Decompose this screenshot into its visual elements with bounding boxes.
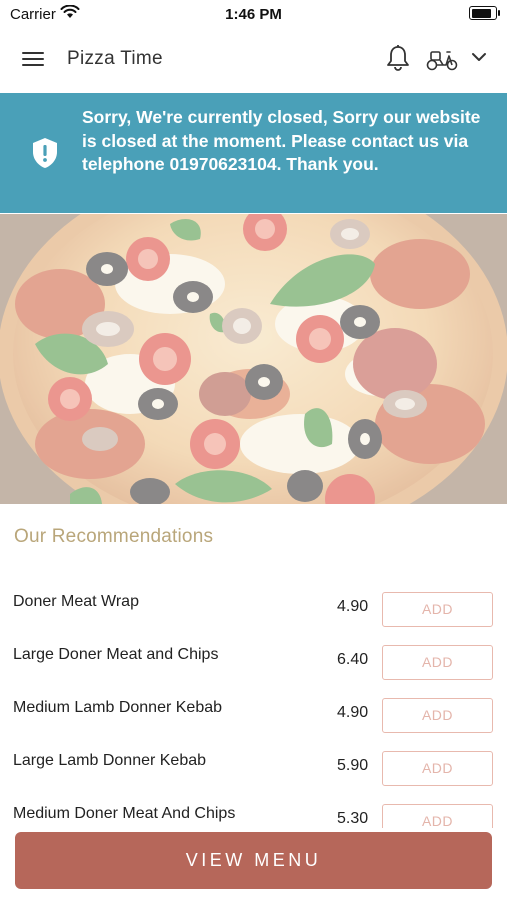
closed-banner: Sorry, We're currently closed, Sorry our… (0, 93, 507, 213)
item-name: Doner Meat Wrap (13, 593, 139, 610)
add-button[interactable]: ADD (382, 592, 493, 627)
add-button[interactable]: ADD (382, 645, 493, 680)
add-button[interactable]: ADD (382, 698, 493, 733)
page-title: Pizza Time (67, 48, 163, 69)
item-price: 4.90 (337, 704, 369, 721)
add-button[interactable]: ADD (382, 804, 493, 828)
list-item: Large Lamb Donner Kebab 5.90 ADD (0, 737, 507, 790)
shield-alert-icon (30, 136, 60, 175)
item-name: Medium Doner Meat And Chips (13, 805, 236, 822)
recommendations-list: Doner Meat Wrap 4.90 ADD Large Doner Mea… (0, 578, 507, 828)
item-name: Medium Lamb Donner Kebab (13, 699, 223, 716)
battery-level (471, 8, 492, 18)
item-price: 5.30 (337, 810, 369, 827)
menu-icon[interactable] (22, 50, 46, 68)
status-bar: Carrier 1:46 PM (0, 0, 507, 28)
item-price: 4.90 (337, 598, 369, 615)
closed-message: Sorry, We're currently closed, Sorry our… (82, 107, 481, 174)
list-item: Medium Lamb Donner Kebab 4.90 ADD (0, 684, 507, 737)
item-name: Large Doner Meat and Chips (13, 646, 219, 663)
item-price: 5.90 (337, 757, 369, 774)
list-item: Medium Doner Meat And Chips 5.30 ADD (0, 790, 507, 828)
scooter-icon[interactable] (426, 46, 458, 77)
view-menu-button[interactable]: VIEW MENU (15, 832, 492, 889)
list-item: Large Doner Meat and Chips 6.40 ADD (0, 631, 507, 684)
item-price: 6.40 (337, 651, 369, 668)
bell-icon[interactable] (385, 44, 411, 77)
list-item: Doner Meat Wrap 4.90 ADD (0, 578, 507, 631)
pizza-hero-image (0, 214, 507, 504)
status-time: 1:46 PM (225, 6, 282, 23)
add-button[interactable]: ADD (382, 751, 493, 786)
chevron-down-icon[interactable] (470, 50, 488, 69)
item-name: Large Lamb Donner Kebab (13, 752, 207, 769)
app-header: Pizza Time (0, 28, 507, 92)
battery-icon (469, 6, 500, 20)
recommendations-title: Our Recommendations (14, 526, 214, 547)
